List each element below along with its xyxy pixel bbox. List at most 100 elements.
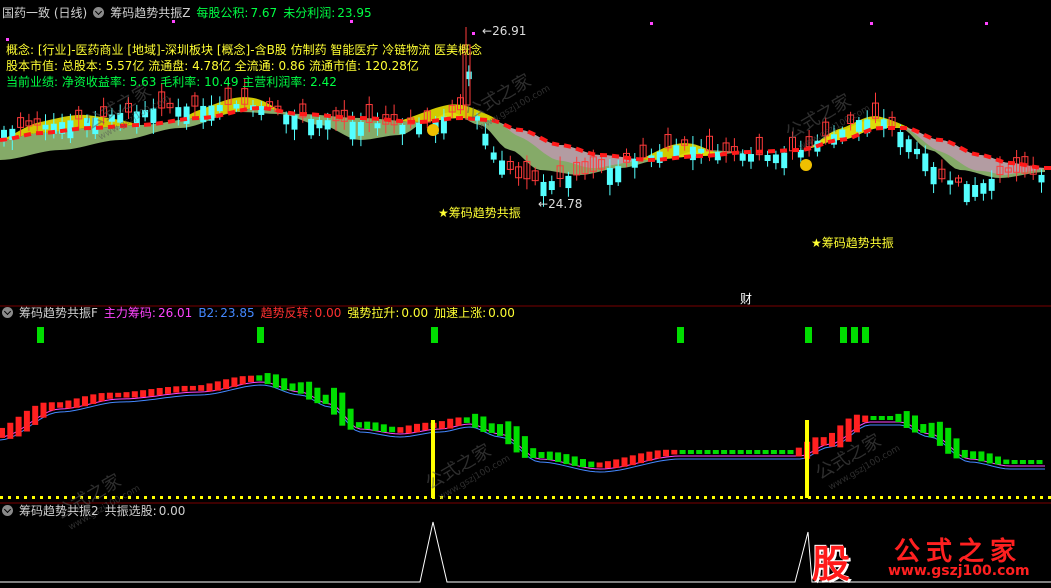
candle-body xyxy=(740,153,746,160)
dropdown-icon[interactable] xyxy=(2,307,13,318)
candle-body xyxy=(416,123,422,134)
trend-bar xyxy=(90,394,96,404)
ma-dash xyxy=(336,117,343,118)
resonance-indicator-name[interactable]: 筹码趋势共振2 xyxy=(19,504,99,518)
candle-body xyxy=(43,125,49,130)
surge-tick xyxy=(840,327,847,343)
baseline-dot xyxy=(424,496,427,499)
trend-bar xyxy=(480,416,486,431)
signal-dot xyxy=(650,22,653,25)
trend-bar xyxy=(456,417,462,425)
baseline-dot xyxy=(1032,496,1035,499)
trend-bar xyxy=(688,450,694,454)
ma-dash xyxy=(276,110,283,112)
baseline-dot xyxy=(632,496,635,499)
resonance-panel-header: 筹码趋势共振2共振选股:0.00 xyxy=(2,503,191,519)
trend-bar xyxy=(1003,460,1009,465)
baseline-dot xyxy=(1000,496,1003,499)
trend-bar xyxy=(389,427,395,433)
trend-bar xyxy=(447,419,453,429)
baseline-dot xyxy=(336,496,339,499)
baseline-dot xyxy=(824,496,827,499)
ma-dash xyxy=(516,130,523,131)
baseline-dot xyxy=(784,496,787,499)
market-cap-line: 股本市值: 总股本: 5.57亿 流通盘: 4.78亿 全流通: 0.86 流通… xyxy=(6,58,419,74)
baseline-dot xyxy=(304,496,307,499)
ma-dash xyxy=(396,121,403,122)
surge-tick xyxy=(431,327,438,343)
baseline-dot xyxy=(584,496,587,499)
candle-body xyxy=(184,107,190,124)
ma-dash xyxy=(264,108,271,109)
candle-body xyxy=(989,179,995,191)
trend-bar xyxy=(348,409,354,430)
ma-dash xyxy=(612,156,619,157)
baseline-dot xyxy=(896,496,899,499)
trend-bar xyxy=(505,421,511,444)
trend-bar xyxy=(207,383,213,391)
candle-body xyxy=(748,154,754,162)
baseline-dot xyxy=(1024,496,1027,499)
baseline-dot xyxy=(472,496,475,499)
stock-title[interactable]: 国药一致 (日线) xyxy=(2,6,87,20)
baseline-dot xyxy=(904,496,907,499)
ma-dash xyxy=(324,115,331,116)
trend-bar xyxy=(920,424,926,433)
ma-dash xyxy=(576,149,583,152)
signal-dot xyxy=(472,32,475,35)
candle-body xyxy=(856,120,862,132)
baseline-dot xyxy=(240,496,243,499)
signal-label-1: ★筹码趋势共振 xyxy=(438,204,521,221)
ma-dash xyxy=(72,129,79,130)
ma-dash xyxy=(720,154,727,155)
trend-bar xyxy=(472,414,478,428)
ma-dash xyxy=(564,145,571,147)
baseline-dot xyxy=(976,496,979,499)
baseline-dot xyxy=(280,496,283,499)
chip-indicator-name[interactable]: 筹码趋势共振F xyxy=(19,306,98,320)
candle-body xyxy=(499,161,505,175)
candle-body xyxy=(922,153,928,171)
baseline-dot xyxy=(480,496,483,499)
trend-bar xyxy=(821,437,827,445)
trend-bar xyxy=(397,427,403,433)
baseline-dot xyxy=(1016,496,1019,499)
baseline-dot xyxy=(712,496,715,499)
chip-trend-panel[interactable] xyxy=(0,327,1051,499)
baseline-dot xyxy=(696,496,699,499)
candle-body xyxy=(980,183,986,194)
candle-body xyxy=(358,122,364,136)
baseline-dot xyxy=(320,496,323,499)
trend-bar xyxy=(140,390,146,397)
baseline-dot xyxy=(680,496,683,499)
candle-body xyxy=(292,115,298,129)
ma-dash xyxy=(144,124,151,125)
ma-dash xyxy=(708,155,715,156)
baseline-dot xyxy=(688,496,691,499)
trend-bar xyxy=(895,414,901,422)
trend-bar xyxy=(970,451,976,459)
baseline-dot xyxy=(728,496,731,499)
baseline-dot xyxy=(392,496,395,499)
trend-bar xyxy=(862,416,868,423)
trend-bar xyxy=(829,433,835,447)
trend-bar xyxy=(7,423,13,439)
dropdown-icon[interactable] xyxy=(2,505,13,516)
trend-bar xyxy=(663,450,669,457)
indicator-name[interactable]: 筹码趋势共振Z xyxy=(110,6,190,20)
trend-bar xyxy=(256,375,262,380)
baseline-dot xyxy=(984,496,987,499)
trend-bar xyxy=(904,411,910,428)
baseline-dot xyxy=(872,496,875,499)
surge-tick xyxy=(862,327,869,343)
trend-bar xyxy=(115,393,121,397)
candle-body xyxy=(972,185,978,197)
finance-marker[interactable]: 财 xyxy=(740,290,752,307)
ma-dash xyxy=(624,157,631,158)
baseline-dot xyxy=(656,496,659,499)
trend-bar xyxy=(182,386,188,392)
dropdown-icon[interactable] xyxy=(93,7,104,18)
baseline-dot xyxy=(136,496,139,499)
ma-dash xyxy=(228,112,235,114)
watermark-url: www.gszj100.com xyxy=(888,563,1030,579)
